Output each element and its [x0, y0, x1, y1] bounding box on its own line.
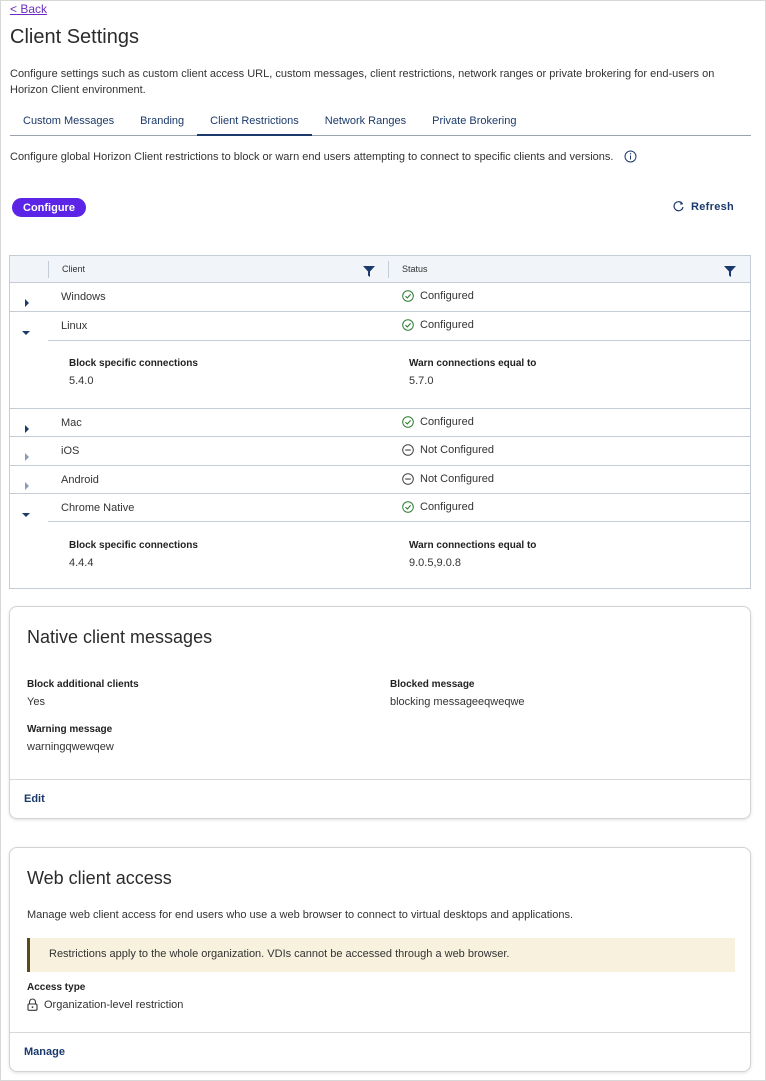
header-status: Status — [402, 264, 428, 274]
page-title: Client Settings — [10, 26, 139, 48]
card-title: Web client access — [27, 868, 172, 888]
blocked-message-label: Blocked message — [390, 679, 475, 690]
access-type-value: Organization-level restriction — [44, 998, 184, 1011]
detail-block-value: 4.4.4 — [69, 557, 94, 569]
detail-block-label: Block specific connections — [69, 540, 198, 551]
expand-caret-icon[interactable] — [24, 294, 30, 312]
banner-text: Restrictions apply to the whole organiza… — [49, 948, 510, 960]
table-row[interactable]: Android Not Configured — [10, 466, 750, 494]
check-circle-icon — [402, 319, 414, 331]
access-type-value-row: Organization-level restriction — [27, 998, 183, 1011]
detail-block-value: 5.4.0 — [69, 375, 94, 387]
tab-private-brokering[interactable]: Private Brokering — [419, 112, 529, 136]
client-name: Android — [61, 474, 99, 486]
manage-link[interactable]: Manage — [24, 1046, 65, 1058]
block-additional-label: Block additional clients — [27, 679, 139, 690]
check-circle-icon — [402, 501, 414, 513]
card-footer: Manage — [10, 1032, 750, 1071]
check-circle-icon — [402, 290, 414, 302]
client-name: Windows — [61, 291, 106, 303]
client-filter-icon[interactable] — [363, 264, 375, 282]
column-divider — [388, 261, 389, 278]
expand-caret-icon[interactable] — [24, 448, 30, 466]
header-client: Client — [62, 264, 86, 274]
detail-warn-value: 5.7.0 — [409, 375, 434, 387]
expand-caret-icon[interactable] — [24, 477, 30, 495]
table-row[interactable]: iOS Not Configured — [10, 437, 750, 466]
client-table: Client Status Windows Configured Linux C… — [9, 255, 751, 589]
chrome-native-detail-panel: Block specific connections 4.4.4 Warn co… — [10, 522, 750, 588]
detail-warn-value: 9.0.5,9.0.8 — [409, 557, 461, 569]
warning-message-label: Warning message — [27, 724, 113, 735]
minus-circle-icon — [402, 444, 414, 456]
detail-block-label: Block specific connections — [69, 358, 198, 369]
blocked-message-value: blocking messageeqweqwe — [390, 696, 525, 708]
tab-custom-messages[interactable]: Custom Messages — [10, 112, 127, 136]
check-circle-icon — [402, 416, 414, 428]
native-client-messages-card: Native client messages Block additional … — [9, 606, 751, 819]
tab-client-restrictions[interactable]: Client Restrictions — [197, 112, 312, 136]
edit-link[interactable]: Edit — [24, 793, 45, 805]
detail-warn-label: Warn connections equal to — [409, 540, 537, 551]
status-text: Configured — [420, 416, 474, 428]
status-cell: Configured — [402, 319, 474, 331]
status-cell: Configured — [402, 501, 474, 513]
page-description: Configure settings such as custom client… — [10, 68, 715, 96]
refresh-label: Refresh — [691, 200, 735, 213]
client-name: Chrome Native — [61, 502, 135, 514]
status-filter-icon[interactable] — [724, 264, 736, 282]
access-type-label: Access type — [27, 982, 86, 993]
tab-branding[interactable]: Branding — [127, 112, 197, 136]
collapse-caret-icon[interactable] — [22, 323, 30, 341]
web-client-access-card: Web client access Manage web client acce… — [9, 847, 751, 1072]
minus-circle-icon — [402, 473, 414, 485]
status-cell: Not Configured — [402, 473, 494, 485]
back-link[interactable]: < Back — [10, 2, 47, 16]
client-name: Mac — [61, 417, 82, 429]
client-name: iOS — [61, 445, 80, 457]
table-header: Client Status — [10, 256, 750, 283]
table-row[interactable]: Chrome Native Configured — [10, 494, 750, 522]
status-text: Configured — [420, 319, 474, 331]
restrictions-description: Configure global Horizon Client restrict… — [10, 150, 614, 163]
web-access-description: Manage web client access for end users w… — [27, 909, 574, 921]
column-divider — [48, 261, 49, 278]
detail-warn-label: Warn connections equal to — [409, 358, 537, 369]
tab-bar: Custom Messages Branding Client Restrict… — [10, 112, 751, 136]
info-icon[interactable] — [624, 150, 637, 163]
status-text: Configured — [420, 290, 474, 302]
warning-message-value: warningqwewqew — [27, 741, 114, 753]
table-row[interactable]: Mac Configured — [10, 409, 750, 437]
configure-button[interactable]: Configure — [12, 198, 86, 217]
client-name: Linux — [61, 320, 88, 332]
tab-network-ranges[interactable]: Network Ranges — [312, 112, 419, 136]
collapse-caret-icon[interactable] — [22, 505, 30, 523]
restriction-banner: Restrictions apply to the whole organiza… — [27, 938, 735, 972]
status-text: Not Configured — [420, 444, 494, 456]
refresh-icon — [673, 201, 684, 212]
status-cell: Configured — [402, 416, 474, 428]
expand-caret-icon[interactable] — [24, 420, 30, 438]
status-text: Not Configured — [420, 473, 494, 485]
table-row[interactable]: Linux Configured — [10, 312, 750, 341]
linux-detail-panel: Block specific connections 5.4.0 Warn co… — [10, 341, 750, 409]
status-text: Configured — [420, 501, 474, 513]
restrictions-description-row: Configure global Horizon Client restrict… — [10, 150, 637, 163]
refresh-button[interactable]: Refresh — [672, 200, 734, 213]
lock-icon — [27, 998, 38, 1011]
status-cell: Configured — [402, 290, 474, 302]
block-additional-value: Yes — [27, 696, 45, 708]
card-footer: Edit — [10, 779, 750, 818]
status-cell: Not Configured — [402, 444, 494, 456]
table-row[interactable]: Windows Configured — [10, 283, 750, 312]
card-title: Native client messages — [27, 627, 213, 647]
